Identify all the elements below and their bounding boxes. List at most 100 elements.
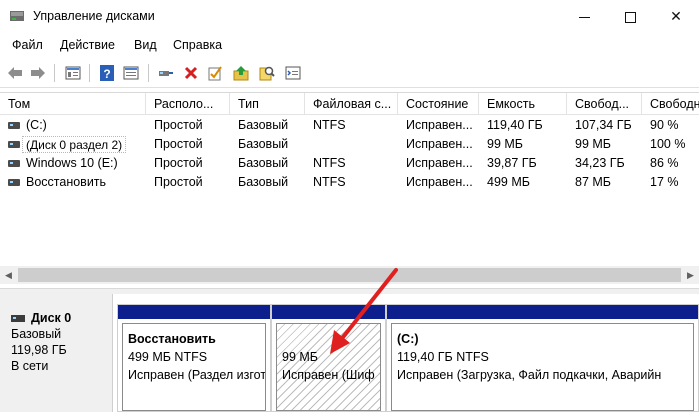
scrollbar-thumb[interactable]: [18, 268, 681, 282]
partition-header-bar: [272, 305, 385, 319]
table-row[interactable]: (C:) Простой Базовый NTFS Исправен... 11…: [0, 116, 699, 135]
partition-status: Исправен (Раздел изгот: [128, 368, 266, 382]
volume-name: Windows 10 (E:): [26, 156, 118, 170]
partition-header-bar: [387, 305, 698, 319]
column-header-layout[interactable]: Располо...: [146, 93, 230, 115]
maximize-button[interactable]: [607, 0, 653, 32]
check-button[interactable]: [205, 63, 225, 83]
volume-free-percent: 17 %: [650, 175, 679, 189]
maximize-icon: [624, 11, 636, 23]
partition-title: Восстановить: [128, 332, 216, 346]
import-icon: [233, 66, 249, 81]
svg-text:?: ?: [103, 67, 110, 81]
settings-button[interactable]: [283, 63, 303, 83]
volume-free-space: 34,23 ГБ: [575, 156, 625, 170]
partition-efi[interactable]: 99 МБ Исправен (Шиф: [271, 304, 386, 412]
disk-list-button[interactable]: [63, 63, 83, 83]
volume-layout: Простой: [154, 137, 203, 151]
minimize-icon: [578, 16, 590, 18]
volume-layout: Простой: [154, 118, 203, 132]
table-row[interactable]: Восстановить Простой Базовый NTFS Исправ…: [0, 173, 699, 192]
volume-status: Исправен...: [406, 118, 473, 132]
disk-icon: [11, 314, 25, 322]
window-title: Управление дисками: [33, 9, 155, 23]
menu-action[interactable]: Действие: [60, 38, 115, 52]
volume-name: (C:): [26, 118, 47, 132]
disk-info-panel[interactable]: Диск 0 Базовый 119,98 ГБ В сети: [0, 294, 113, 412]
volume-status: Исправен...: [406, 175, 473, 189]
help-button[interactable]: ?: [97, 63, 117, 83]
partition-size: 99 МБ: [282, 350, 318, 364]
partition-recovery[interactable]: Восстановить 499 МБ NTFS Исправен (Разде…: [117, 304, 271, 412]
help-icon: ?: [100, 65, 114, 81]
toolbar-separator: [89, 64, 90, 82]
volume-capacity: 99 МБ: [487, 137, 523, 151]
partition-body: Восстановить 499 МБ NTFS Исправен (Разде…: [122, 323, 266, 411]
close-button[interactable]: ✕: [653, 0, 699, 32]
horizontal-scrollbar[interactable]: ◀ ▶: [0, 266, 699, 284]
search-button[interactable]: [257, 63, 277, 83]
volume-type: Базовый: [238, 137, 289, 151]
forward-arrow-icon: [31, 67, 45, 79]
partition-status: Исправен (Шиф: [282, 368, 375, 382]
partition-c[interactable]: (C:) 119,40 ГБ NTFS Исправен (Загрузка, …: [386, 304, 699, 412]
volume-name: Восстановить: [26, 175, 107, 189]
toolbar: ?: [0, 58, 699, 88]
column-header-free-percent[interactable]: Свободн: [642, 93, 699, 115]
volume-type: Базовый: [238, 118, 289, 132]
volume-status: Исправен...: [406, 137, 473, 151]
volume-free-space: 99 МБ: [575, 137, 611, 151]
volume-layout: Простой: [154, 156, 203, 170]
volume-icon: [8, 141, 20, 148]
partition-title: [282, 330, 380, 348]
delete-button[interactable]: [181, 63, 201, 83]
checkmark-icon: [208, 66, 222, 81]
scroll-right-button[interactable]: ▶: [682, 266, 699, 284]
connect-drive-button[interactable]: [156, 63, 176, 83]
volume-free-percent: 90 %: [650, 118, 679, 132]
volume-capacity: 119,40 ГБ: [487, 118, 543, 132]
volume-free-space: 87 МБ: [575, 175, 611, 189]
volume-filesystem: [305, 135, 398, 154]
back-button[interactable]: [5, 63, 25, 83]
title-bar: Управление дисками ✕: [0, 0, 699, 33]
toolbar-separator: [54, 64, 55, 82]
toolbar-separator: [148, 64, 149, 82]
minimize-button[interactable]: [561, 0, 607, 32]
connect-drive-icon: [159, 71, 173, 76]
disk-name: Диск 0: [31, 311, 72, 325]
column-header-filesystem[interactable]: Файловая с...: [305, 93, 398, 115]
volume-layout: Простой: [154, 175, 203, 189]
volume-list: Том Располо... Тип Файловая с... Состоян…: [0, 92, 699, 288]
volume-status: Исправен...: [406, 156, 473, 170]
column-header-type[interactable]: Тип: [230, 93, 305, 115]
disk-name-row: Диск 0: [11, 310, 112, 326]
disk-management-app-icon: [10, 11, 24, 21]
scroll-left-button[interactable]: ◀: [0, 266, 17, 284]
partition-title: (C:): [397, 332, 419, 346]
menu-help[interactable]: Справка: [173, 38, 222, 52]
column-header-volume[interactable]: Том: [0, 93, 146, 115]
settings-icon: [285, 66, 301, 80]
partition-status: Исправен (Загрузка, Файл подкачки, Авари…: [397, 368, 662, 382]
volume-filesystem: NTFS: [313, 156, 346, 170]
disk-graphical-view: Диск 0 Базовый 119,98 ГБ В сети Восстано…: [0, 294, 699, 412]
import-button[interactable]: [231, 63, 251, 83]
volume-filesystem: NTFS: [313, 175, 346, 189]
partition-body-selected: 99 МБ Исправен (Шиф: [276, 323, 381, 411]
menu-view[interactable]: Вид: [134, 38, 157, 52]
column-header-free-space[interactable]: Свобод...: [567, 93, 642, 115]
volume-capacity: 499 МБ: [487, 175, 530, 189]
forward-button[interactable]: [28, 63, 48, 83]
column-header-status[interactable]: Состояние: [398, 93, 479, 115]
disk-size: 119,98 ГБ: [11, 343, 67, 357]
table-row[interactable]: (Диск 0 раздел 2) Простой Базовый Исправ…: [0, 135, 699, 154]
menu-file[interactable]: Файл: [12, 38, 43, 52]
column-header-capacity[interactable]: Емкость: [479, 93, 567, 115]
table-row[interactable]: Windows 10 (E:) Простой Базовый NTFS Исп…: [0, 154, 699, 173]
volume-type: Базовый: [238, 156, 289, 170]
properties-button[interactable]: [121, 63, 141, 83]
chevron-right-icon: ▶: [687, 270, 694, 280]
disk-state: В сети: [11, 359, 49, 373]
partition-header-bar: [118, 305, 270, 319]
